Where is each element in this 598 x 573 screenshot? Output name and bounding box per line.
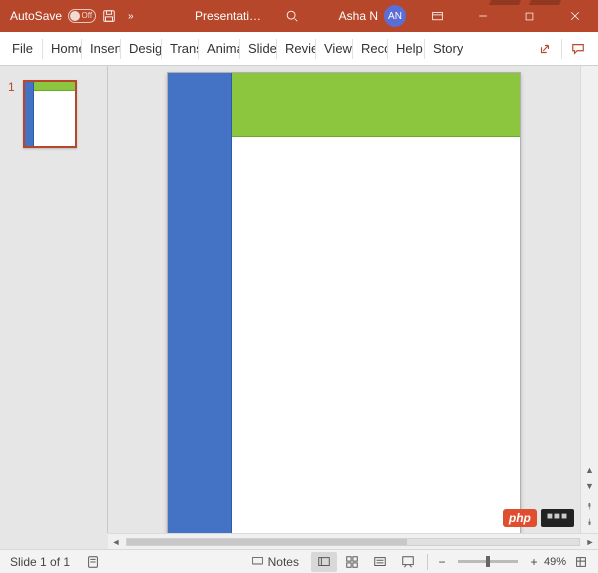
fit-to-window-button[interactable]: [568, 552, 594, 572]
normal-view-button[interactable]: [311, 552, 337, 572]
tab-help[interactable]: Help: [388, 32, 424, 65]
avatar: AN: [384, 5, 406, 27]
tab-insert[interactable]: Insert: [82, 32, 120, 65]
user-account[interactable]: Asha N AN: [331, 5, 414, 27]
thumb-blue-bar: [25, 82, 34, 146]
scroll-right-icon[interactable]: ►: [582, 537, 598, 547]
tab-design[interactable]: Design: [121, 32, 161, 65]
slide-counter: Slide 1 of 1: [10, 555, 70, 569]
slide-sorter-button[interactable]: [339, 552, 365, 572]
slide-canvas-area[interactable]: php ■■■: [108, 66, 580, 533]
zoom-slider-knob[interactable]: [486, 556, 490, 567]
ribbon-tabs: File Home Insert Design Trans Anima Slid…: [0, 32, 598, 66]
slide-1[interactable]: [167, 72, 521, 533]
reading-view-button[interactable]: [367, 552, 393, 572]
slide-blue-shape[interactable]: [168, 73, 232, 533]
tab-slideshow[interactable]: Slide: [240, 32, 276, 65]
tab-home[interactable]: Home: [43, 32, 81, 65]
save-icon[interactable]: [100, 7, 118, 25]
zoom-in-button[interactable]: +: [526, 552, 542, 572]
thumbnail-number: 1: [8, 80, 15, 148]
autosave-toggle[interactable]: AutoSave Off: [10, 9, 96, 23]
search-icon[interactable]: [283, 7, 301, 25]
vertical-scrollbar[interactable]: ▲ ▼ ⯭ ⯯: [580, 66, 598, 533]
tab-transitions[interactable]: Trans: [162, 32, 198, 65]
accessibility-icon[interactable]: [80, 552, 106, 572]
notes-label-text: Notes: [268, 555, 299, 569]
user-name: Asha N: [339, 9, 378, 23]
title-bar: AutoSave Off » Presentati… Asha N AN: [0, 0, 598, 32]
scroll-left-icon[interactable]: ◄: [108, 537, 124, 547]
php-badge: php: [503, 509, 537, 527]
share-button[interactable]: [533, 37, 557, 61]
toggle-off-icon: Off: [68, 9, 96, 23]
slide-thumbnail-1[interactable]: [23, 80, 77, 148]
tab-view[interactable]: View: [316, 32, 352, 65]
site-badge: ■■■: [541, 509, 574, 527]
tab-recording[interactable]: Reco: [353, 32, 387, 65]
workspace: 1 php ■■■ ▲ ▼ ⯭ ⯯: [0, 66, 598, 533]
comments-button[interactable]: [566, 37, 590, 61]
document-title: Presentati…: [195, 0, 261, 32]
qat-overflow-icon[interactable]: »: [122, 11, 140, 22]
slideshow-button[interactable]: [395, 552, 421, 572]
scroll-up-icon[interactable]: ▲: [585, 463, 594, 477]
next-slide-icon[interactable]: ⯯: [587, 515, 592, 529]
tab-animations[interactable]: Anima: [199, 32, 239, 65]
tab-storyline[interactable]: Storyl: [425, 32, 463, 65]
watermark-badges: php ■■■: [503, 509, 574, 527]
status-bar: Slide 1 of 1 Notes − + 49%: [0, 549, 598, 573]
tab-review[interactable]: Revie: [277, 32, 315, 65]
horizontal-scrollbar[interactable]: ◄ ►: [108, 533, 598, 549]
notes-button[interactable]: Notes: [251, 555, 299, 569]
zoom-out-button[interactable]: −: [434, 552, 450, 572]
slide-green-shape[interactable]: [232, 73, 520, 137]
autosave-label: AutoSave: [10, 9, 62, 23]
scroll-down-icon[interactable]: ▼: [585, 479, 594, 493]
scroll-track[interactable]: [126, 538, 580, 546]
zoom-slider[interactable]: [458, 560, 518, 563]
thumb-green-bar: [34, 82, 75, 91]
zoom-percent[interactable]: 49%: [544, 556, 566, 568]
scroll-thumb[interactable]: [127, 539, 407, 545]
tab-file[interactable]: File: [4, 32, 42, 65]
slide-thumbnail-pane[interactable]: 1: [0, 66, 108, 533]
ribbon-display-options-icon[interactable]: [414, 0, 460, 32]
prev-slide-icon[interactable]: ⯭: [587, 499, 592, 513]
